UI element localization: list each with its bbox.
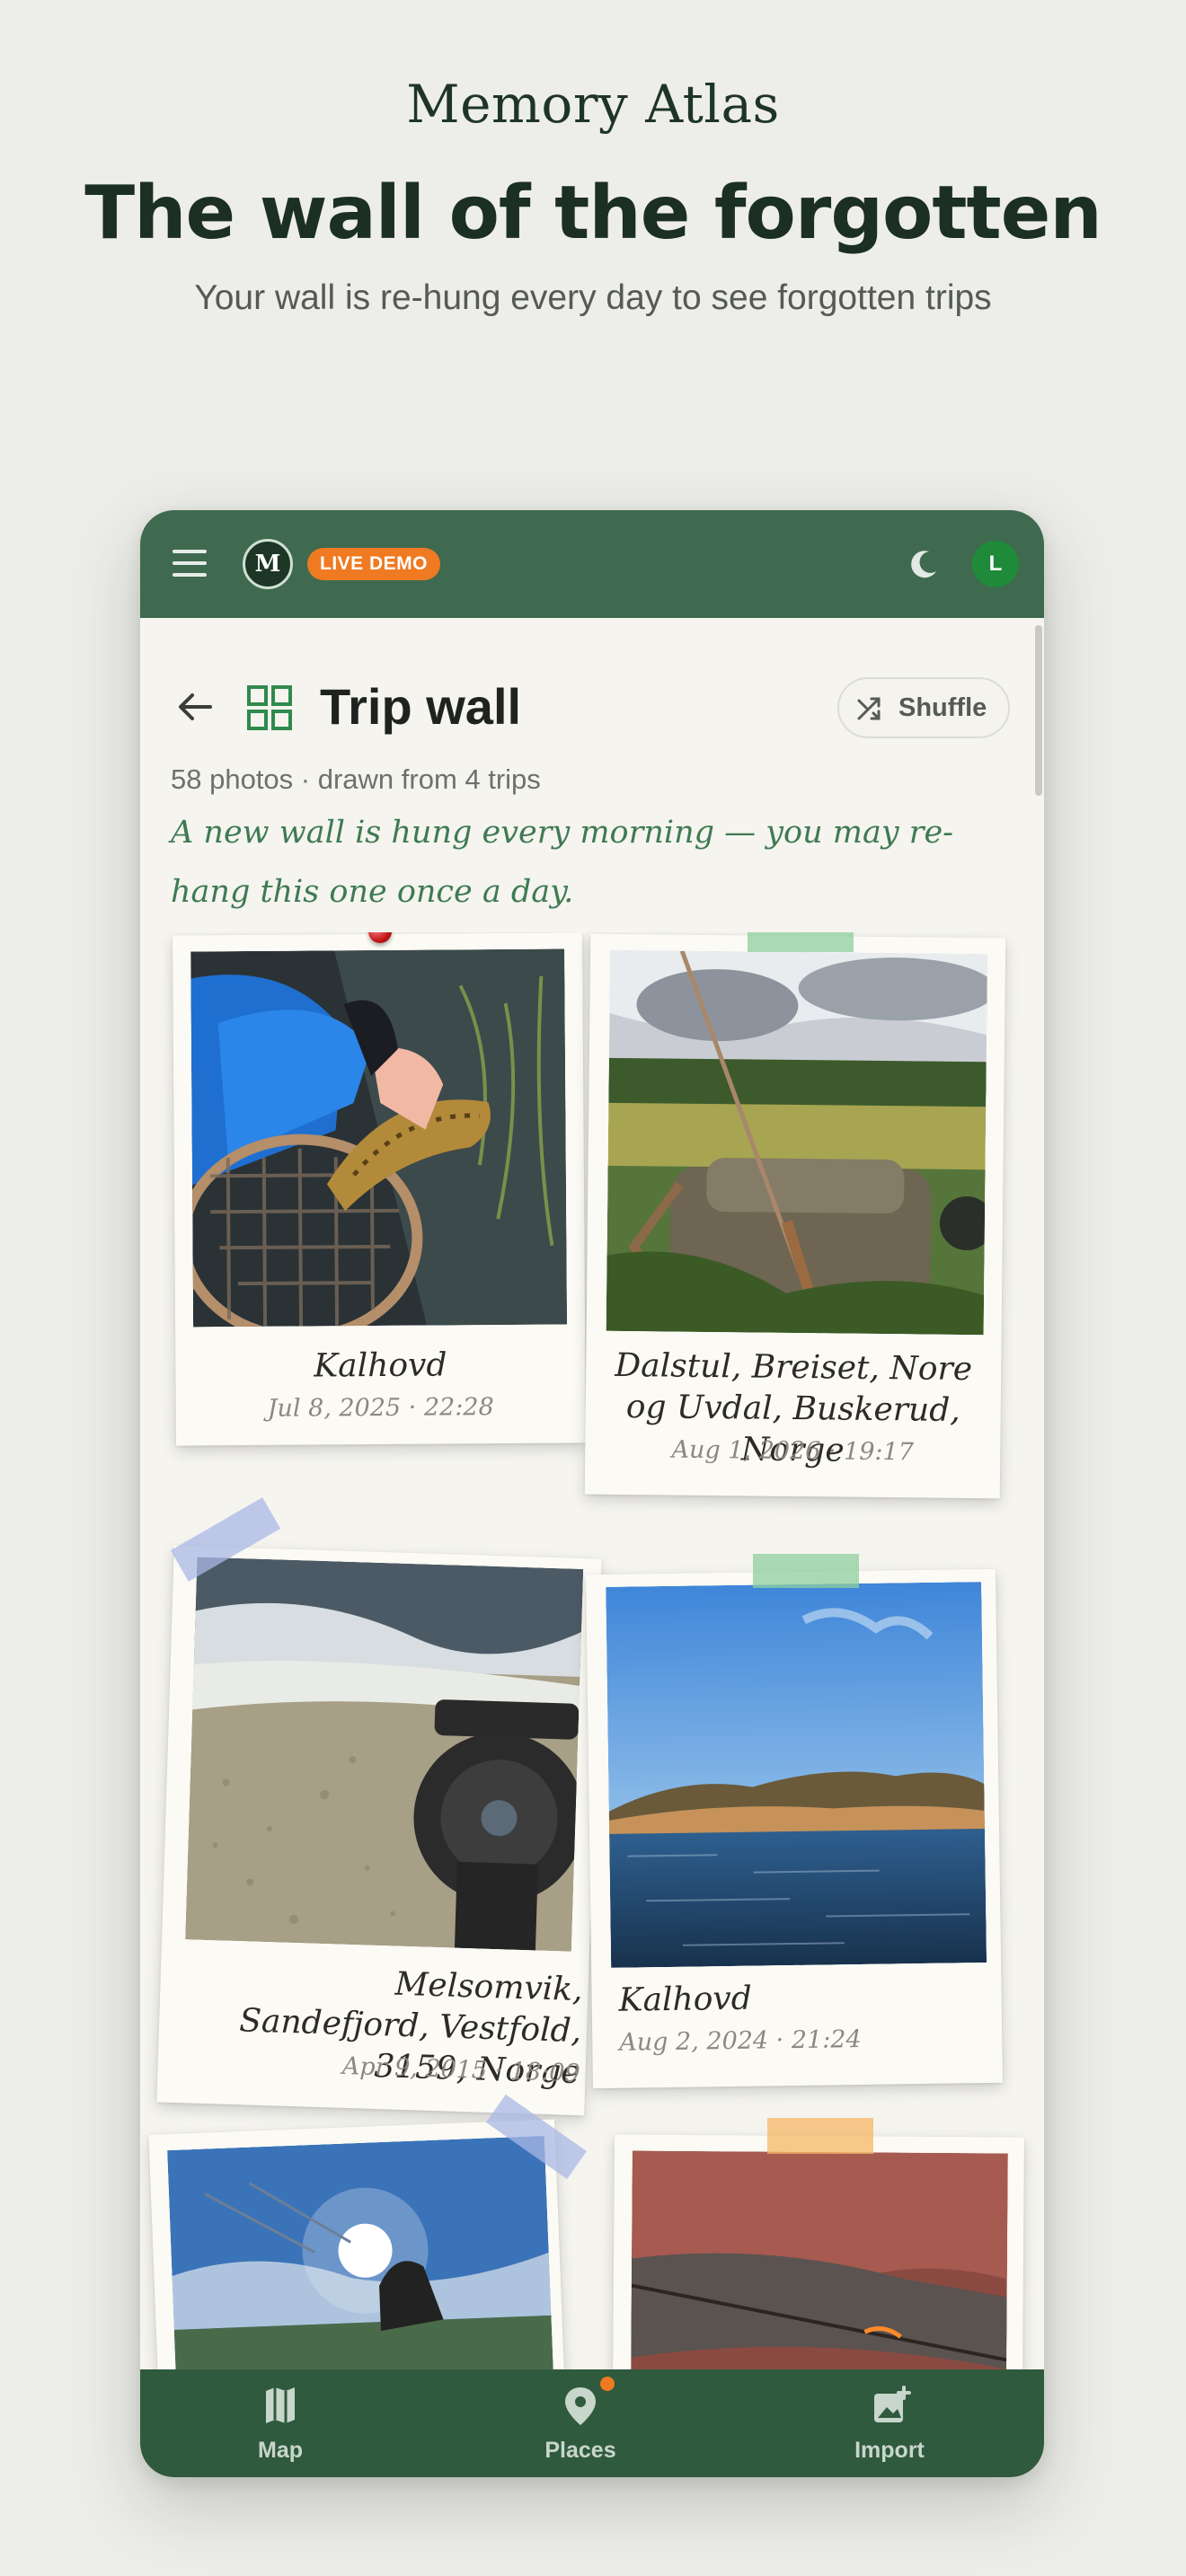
scrollbar[interactable] xyxy=(1035,625,1042,796)
hero-subline: Your wall is re-hung every day to see fo… xyxy=(194,278,992,317)
photo-fishing-reel-shore xyxy=(185,1557,584,1952)
hero-headline: The wall of the forgotten xyxy=(84,171,1102,256)
photo-date: Aug 2, 2024 · 21:24 xyxy=(619,2025,862,2057)
photo-lake-evening xyxy=(606,1582,987,1968)
shuffle-icon xyxy=(857,697,881,720)
photo-date: Aug 1, 2026 · 19:17 xyxy=(671,1435,915,1467)
app-logo[interactable]: M xyxy=(243,539,293,589)
avatar[interactable]: L xyxy=(972,541,1019,587)
photo-place: Kalhovd xyxy=(618,1980,753,2019)
photo-card[interactable]: Dalstul, Breiset, Nore og Uvdal, Buskeru… xyxy=(584,933,1006,1499)
photo-card[interactable] xyxy=(148,2119,574,2369)
menu-icon[interactable] xyxy=(173,550,207,578)
live-demo-badge: LIVE DEMO xyxy=(307,548,441,580)
photo-fishing-rod-bag xyxy=(606,949,988,1336)
photo-card[interactable]: Kalhovd Aug 2, 2024 · 21:24 xyxy=(586,1568,1003,2089)
bottom-nav: Map Places Import xyxy=(140,2369,1044,2477)
photo-silhouette-sunset xyxy=(167,2135,559,2369)
nav-label-map: Map xyxy=(258,2438,303,2463)
pin-icon xyxy=(565,2387,596,2425)
photo-red-rocks xyxy=(629,2150,1008,2369)
photo-wall: Kalhovd Jul 8, 2025 · 22:28 Dalstul, Bre… xyxy=(140,932,1044,2369)
notification-dot xyxy=(600,2377,615,2391)
wall-meta: 58 photos · drawn from 4 trips xyxy=(171,763,541,795)
brand-name: Memory Atlas xyxy=(406,74,780,135)
shuffle-label: Shuffle xyxy=(898,693,987,722)
map-icon xyxy=(266,2387,295,2423)
tape-strip xyxy=(767,2118,873,2154)
nav-item-places[interactable]: Places xyxy=(491,2369,670,2477)
moon-icon[interactable] xyxy=(906,546,942,582)
nav-item-map[interactable]: Map xyxy=(190,2369,370,2477)
photo-card[interactable] xyxy=(611,2134,1024,2369)
nav-item-import[interactable]: Import xyxy=(800,2369,979,2477)
tape-strip xyxy=(748,932,854,952)
back-arrow-icon[interactable] xyxy=(174,686,216,728)
tape-strip xyxy=(753,1554,859,1588)
wall-note: A new wall is hung every morning — you m… xyxy=(171,815,954,910)
photo-card[interactable]: Melsomvik, Sandefjord, Vestfold, 3159, N… xyxy=(156,1545,602,2116)
app-top-bar: M LIVE DEMO L xyxy=(140,510,1044,618)
photo-card[interactable]: Kalhovd Jul 8, 2025 · 22:28 xyxy=(173,932,586,1446)
page-title: Trip wall xyxy=(320,678,522,735)
photo-date: Jul 8, 2025 · 22:28 xyxy=(267,1393,494,1423)
grid-icon xyxy=(247,685,292,730)
app-screen: M LIVE DEMO L Trip wall Shuffle 58 photo… xyxy=(140,510,1044,2477)
add-photo-icon xyxy=(874,2386,911,2422)
photo-fish-in-net xyxy=(190,948,568,1328)
nav-label-places: Places xyxy=(544,2438,616,2463)
photo-place: Kalhovd xyxy=(314,1346,447,1385)
nav-label-import: Import xyxy=(854,2438,925,2463)
shuffle-button[interactable]: Shuffle xyxy=(837,677,1010,738)
